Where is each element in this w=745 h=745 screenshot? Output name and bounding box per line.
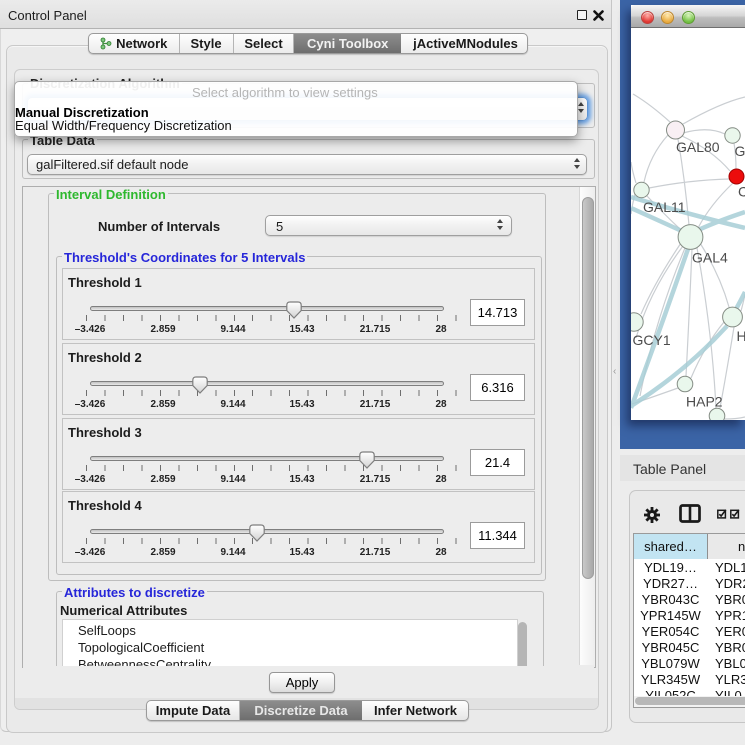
svg-text:GAL2: GAL2 bbox=[735, 143, 745, 159]
svg-text:HAP2: HAP2 bbox=[686, 394, 723, 410]
svg-text:GAL11: GAL11 bbox=[643, 199, 686, 215]
svg-text:CC: CC bbox=[738, 184, 745, 200]
svg-text:GAL4: GAL4 bbox=[692, 250, 728, 266]
svg-text:HI: HI bbox=[737, 328, 745, 344]
svg-text:GCY1: GCY1 bbox=[633, 332, 671, 348]
svg-text:GAL80: GAL80 bbox=[676, 139, 720, 155]
